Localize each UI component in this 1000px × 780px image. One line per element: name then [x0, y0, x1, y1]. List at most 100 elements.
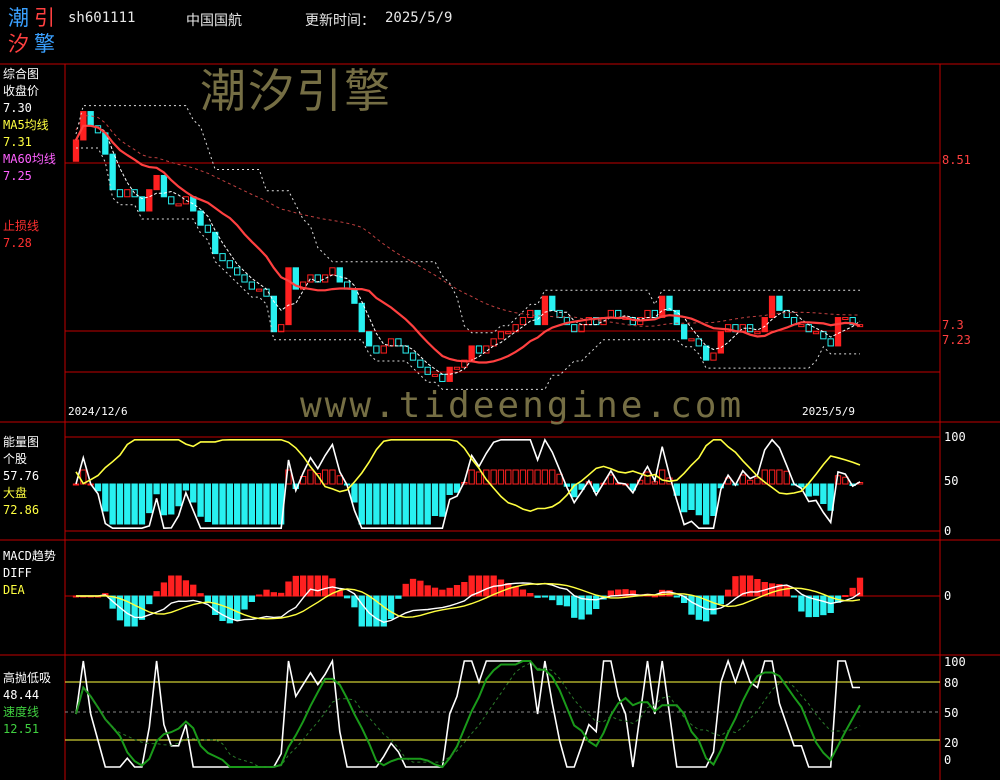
candle: [453, 366, 461, 370]
macd-bar: [263, 589, 270, 597]
ma20-line: [75, 124, 861, 364]
energy-bar: [109, 483, 116, 525]
energy-bar: [124, 483, 131, 525]
macd-bar: [219, 595, 226, 621]
energy-bar: [710, 483, 717, 516]
macd-bar: [798, 595, 805, 612]
macd-bar: [409, 578, 417, 597]
osc-tick: 100: [944, 655, 966, 669]
candle: [351, 288, 358, 304]
macd-bar: [563, 595, 571, 607]
macd-bar: [285, 581, 292, 597]
energy-bar: [307, 469, 314, 485]
macd-bar: [160, 582, 168, 597]
candle: [549, 295, 556, 311]
candle: [439, 373, 446, 382]
energy-bar: [424, 483, 431, 525]
energy-bar: [768, 469, 776, 485]
energy-bar: [644, 471, 651, 485]
energy-bar: [256, 483, 263, 525]
candle: [431, 373, 439, 377]
speed-value: 12.51: [3, 722, 40, 736]
macd-bar: [197, 593, 204, 597]
candle: [380, 345, 387, 354]
energy-bar: [146, 483, 153, 514]
macd-bar: [439, 589, 446, 597]
candle: [373, 345, 380, 354]
stop-value: 7.28: [3, 236, 32, 250]
candle: [197, 210, 204, 226]
energy-title: 能量图: [3, 435, 40, 449]
energy-bar: [754, 477, 761, 485]
macd-bar: [190, 584, 197, 597]
energy-bar: [351, 483, 358, 503]
macd-bar: [724, 589, 732, 597]
price-label: 7.3: [942, 318, 964, 332]
macd-bar: [820, 595, 827, 616]
energy-bar: [702, 483, 710, 525]
candle: [204, 224, 212, 233]
osc-tick: 80: [944, 676, 959, 690]
energy-bar: [746, 479, 754, 485]
candle: [72, 139, 80, 162]
stock-code: sh601111: [68, 10, 136, 26]
logo-char: 潮: [8, 6, 29, 30]
energy-bar: [659, 469, 666, 485]
macd-bar: [321, 575, 329, 597]
macd-bar: [336, 590, 343, 597]
energy-bar: [527, 469, 534, 485]
macd-bar: [256, 594, 263, 597]
macd-bar: [805, 595, 812, 618]
candle: [468, 345, 475, 361]
macd-bar: [299, 575, 307, 597]
macd-bar: [710, 595, 717, 615]
candle: [688, 338, 695, 342]
candle: [527, 309, 534, 319]
price-label: 8.51: [942, 153, 971, 167]
candle: [212, 231, 219, 255]
energy-bar: [131, 483, 138, 525]
osc-line: [75, 658, 860, 768]
energy-bar: [219, 483, 226, 525]
candle: [87, 111, 94, 127]
energy-tick: 0: [944, 524, 952, 538]
watermark-url: www.tideengine.com: [300, 385, 745, 426]
osc-tick: 20: [944, 736, 959, 750]
ma60-value: 7.25: [3, 169, 32, 183]
macd-bar: [395, 595, 402, 599]
speed-line-slow: [75, 662, 861, 768]
energy-bar: [248, 483, 256, 525]
logo-char: 引: [34, 6, 55, 30]
candle: [475, 345, 483, 354]
macd-bar: [534, 595, 541, 598]
candle: [556, 309, 563, 319]
energy-stock-label: 个股: [3, 452, 28, 466]
candle: [541, 295, 549, 326]
speed-line: [75, 660, 861, 769]
candle: [358, 302, 365, 333]
energy-bar: [776, 469, 783, 485]
energy-bar: [138, 483, 146, 525]
candle: [519, 317, 527, 326]
osc-tick: 0: [944, 753, 952, 767]
speed-label: 速度线: [3, 705, 40, 719]
candle: [395, 338, 402, 347]
macd-bar: [688, 595, 695, 615]
candle: [248, 281, 256, 290]
energy-bar: [820, 483, 827, 504]
energy-bar: [417, 483, 424, 525]
energy-bar: [204, 483, 212, 522]
macd-bar: [234, 595, 241, 621]
candle: [153, 174, 160, 191]
update-date: 2025/5/9: [385, 10, 453, 26]
osc-value: 48.44: [3, 688, 40, 702]
candle: [680, 324, 688, 340]
date-start: 2024/12/6: [68, 405, 128, 418]
energy-market-value: 72.86: [3, 503, 40, 517]
macd-bar: [175, 575, 182, 597]
macd-bar: [453, 585, 461, 597]
candle: [409, 352, 417, 361]
energy-bar: [490, 469, 497, 485]
energy-bar: [549, 469, 556, 485]
energy-bar: [321, 469, 329, 485]
